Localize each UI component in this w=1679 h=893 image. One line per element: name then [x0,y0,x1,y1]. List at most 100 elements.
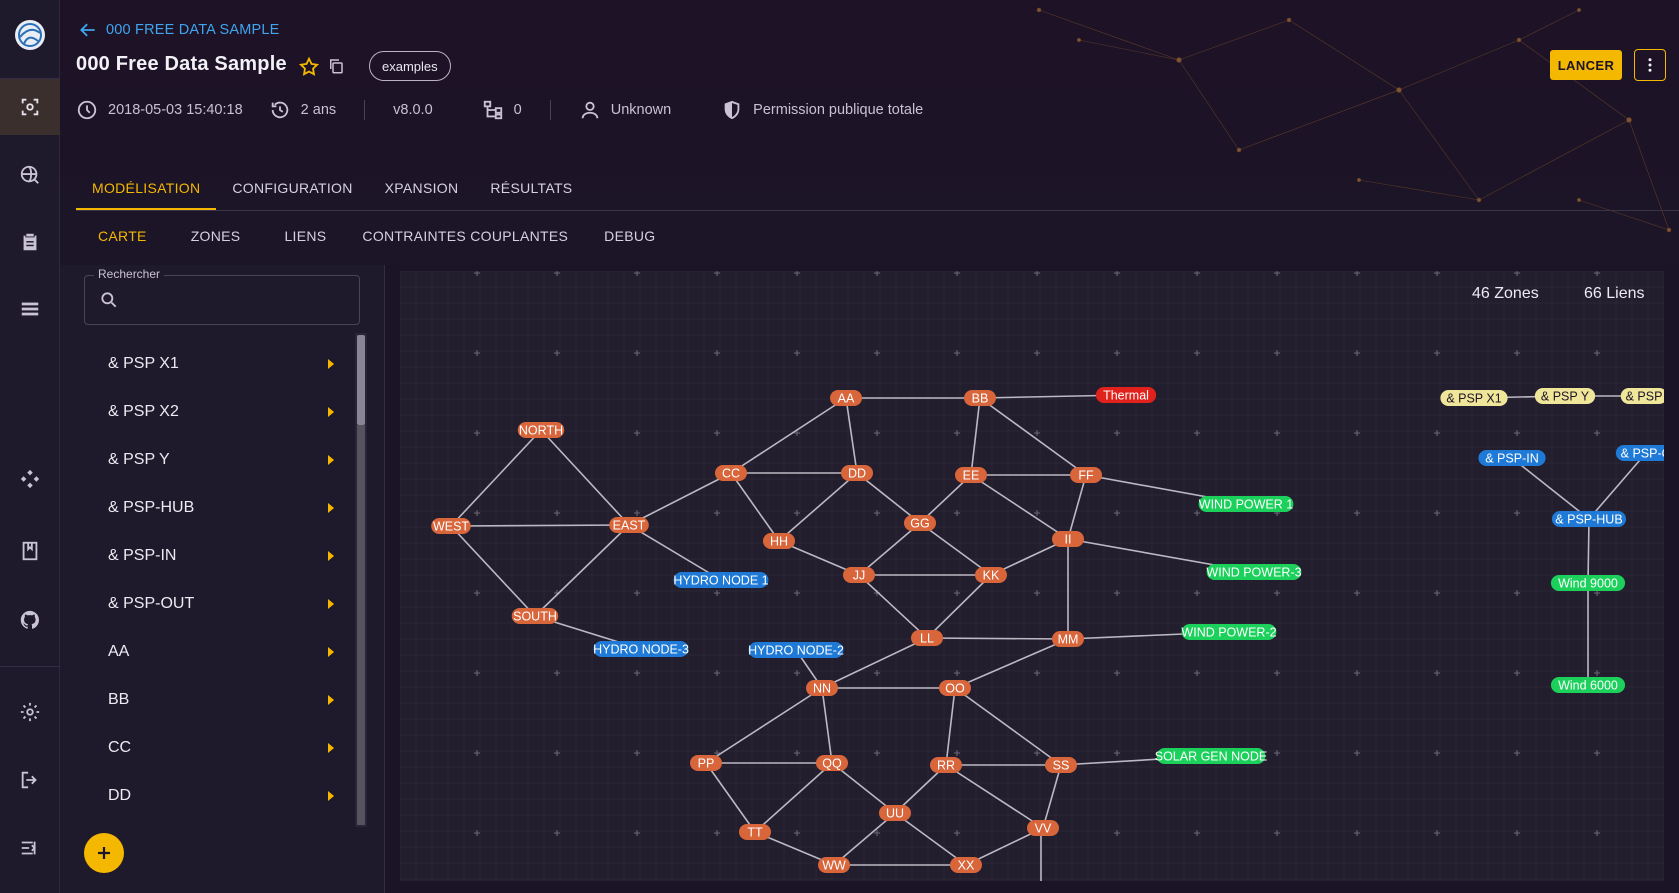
back-link[interactable]: 000 FREE DATA SAMPLE [78,20,280,40]
app-logo-icon[interactable] [14,19,46,51]
map-node[interactable]: SOUTH [511,608,559,624]
list-item[interactable]: & PSP Y [84,436,354,484]
subtab-debug[interactable]: DEBUG [586,218,673,258]
list-item[interactable]: & PSP-HUB [84,484,354,532]
map-node[interactable]: WIND POWER 1 [1198,496,1294,512]
map-link[interactable] [919,522,992,576]
map-node[interactable]: WEST [431,518,471,534]
map-link[interactable] [705,687,823,764]
map-link[interactable] [730,472,780,542]
map-link[interactable] [1587,518,1590,584]
map-node[interactable]: HH [763,533,795,549]
map-link[interactable] [970,474,1069,540]
star-icon[interactable] [298,56,320,78]
map-node[interactable]: AA [830,390,862,406]
list-item[interactable]: & PSP X2 [84,388,354,436]
map-link[interactable] [894,812,967,866]
search-input[interactable] [126,286,346,314]
nav-tasks[interactable] [0,214,60,270]
map-link[interactable] [534,524,630,617]
list-item[interactable]: AA [84,628,354,676]
nav-data[interactable] [0,281,60,337]
map-node[interactable]: WW [818,857,850,873]
nav-logout[interactable] [0,752,60,808]
nav-github[interactable] [0,592,60,648]
map-node[interactable]: HYDRO NODE-2 [748,642,844,658]
map-node[interactable]: & PSP Y [1534,388,1596,404]
list-item[interactable]: CC [84,724,354,772]
list-item[interactable]: & PSP-IN [84,532,354,580]
map-link[interactable] [954,638,1069,689]
map-node[interactable]: JJ [843,567,875,583]
list-item[interactable]: BB [84,676,354,724]
map-link[interactable] [1511,457,1590,520]
map-node[interactable]: VV [1027,820,1059,836]
subtab-liens[interactable]: LIENS [266,218,344,258]
map-link[interactable] [705,762,756,833]
map-node[interactable]: & PSP X1 [1440,390,1508,406]
map-node[interactable]: XX [950,857,982,873]
map-link[interactable] [778,472,858,542]
map-node[interactable]: Thermal [1095,387,1157,403]
map-link[interactable] [926,637,1069,640]
map-node[interactable]: SS [1045,757,1077,773]
map-node[interactable]: HYDRO NODE-3 [593,641,689,657]
map-node[interactable]: & PSP-HUB [1551,511,1627,527]
map-link[interactable] [450,524,630,527]
map-link[interactable] [821,687,833,764]
map-node[interactable]: EAST [609,517,649,533]
map-node[interactable]: GG [904,515,936,531]
map-link[interactable] [1067,474,1087,540]
add-area-button[interactable] [84,833,124,873]
map-node[interactable]: Wind 6000 [1550,677,1626,693]
list-item[interactable]: & PSP X1 [84,340,354,388]
map-node[interactable]: OO [939,680,971,696]
map-node[interactable]: CC [715,465,747,481]
map-node[interactable]: LL [911,630,943,646]
map-node[interactable]: KK [975,567,1007,583]
nav-explore[interactable] [0,147,60,203]
map-link[interactable] [945,764,1044,829]
nav-collapse[interactable] [0,820,60,876]
map-node[interactable]: RR [930,757,962,773]
map-node[interactable]: UU [879,805,911,821]
subtab-zones[interactable]: ZONES [173,218,259,258]
map-node[interactable]: Wind 9000 [1550,575,1626,591]
map-node[interactable]: & PSP [1620,388,1664,404]
map-node[interactable]: HYDRO NODE 1 [673,572,769,588]
map-canvas[interactable]: AA BB Thermal NORTH CC DD EE FF WIND POWER 1 WEST… [400,271,1664,881]
map-link[interactable] [730,397,847,474]
tab-resultats[interactable]: RÉSULTATS [474,170,588,210]
map-node[interactable]: NORTH [517,422,565,438]
tab-xpansion[interactable]: XPANSION [369,170,475,210]
list-item[interactable]: DD [84,772,354,820]
nav-studies[interactable] [0,79,60,135]
copy-icon[interactable] [327,57,345,75]
map-node[interactable]: & PSP-IN [1478,450,1546,466]
scrollbar-thumb[interactable] [357,335,365,425]
map-node[interactable]: MM [1052,631,1084,647]
subtab-contraintes-couplantes[interactable]: CONTRAINTES COUPLANTES [344,218,586,258]
map-node[interactable]: EE [955,467,987,483]
map-node[interactable]: WIND POWER-2 [1181,624,1277,640]
nav-api[interactable] [0,451,60,507]
nav-docs[interactable] [0,523,60,579]
map-node[interactable]: NN [806,680,838,696]
map-node[interactable]: SOLAR GEN NODE [1155,748,1268,764]
subtab-carte[interactable]: CARTE [80,218,165,258]
map-link[interactable] [754,762,833,833]
network-map[interactable]: AA BB Thermal NORTH CC DD EE FF WIND POWER 1 WEST… [400,271,1664,881]
map-node[interactable]: & PSP-O [1615,445,1664,461]
list-item[interactable]: & PSP-OUT [84,580,354,628]
map-node[interactable]: WIND POWER-3 [1206,564,1302,580]
run-button[interactable]: LANCER [1550,50,1622,80]
map-node[interactable]: FF [1070,467,1102,483]
tag-chip[interactable]: examples [369,51,451,81]
map-node[interactable]: QQ [816,755,848,771]
map-link[interactable] [945,687,956,766]
map-link[interactable] [1042,764,1062,829]
map-node[interactable]: BB [964,390,996,406]
tab-modelisation[interactable]: MODÉLISATION [76,170,217,210]
more-options-button[interactable] [1634,49,1666,81]
map-node[interactable]: II [1052,531,1084,547]
